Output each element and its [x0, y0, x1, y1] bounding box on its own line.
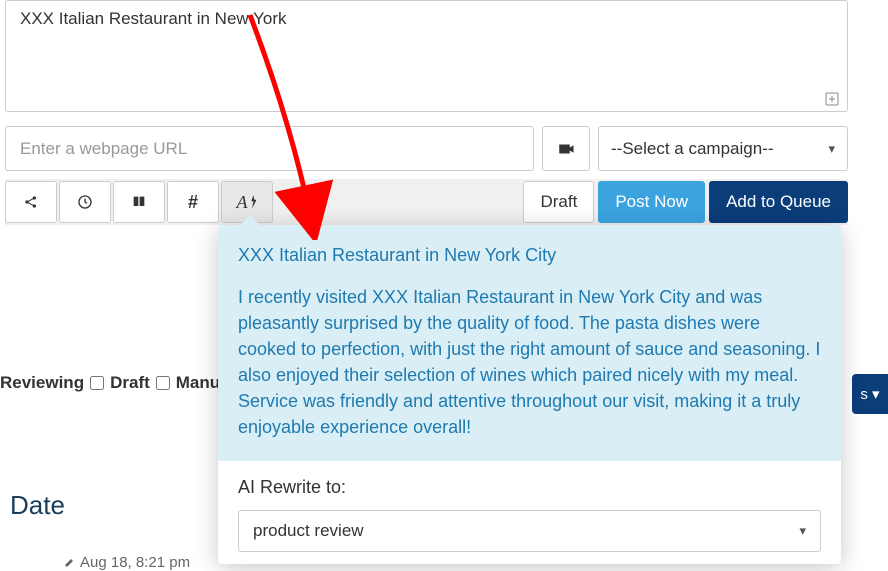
url-input[interactable]: Enter a webpage URL — [5, 126, 534, 171]
ai-rewrite-select[interactable]: product review ▾ — [238, 510, 821, 552]
pencil-icon — [64, 556, 76, 568]
url-placeholder: Enter a webpage URL — [20, 139, 187, 159]
hashtag-button[interactable]: # — [167, 181, 219, 223]
share-button[interactable] — [5, 181, 57, 223]
date-column-header: Date — [10, 490, 65, 521]
ai-rewrite-controls: AI Rewrite to: product review ▾ — [218, 461, 841, 564]
share-icon — [23, 194, 39, 210]
compose-text: XXX Italian Restaurant in New York — [20, 9, 286, 28]
chevron-down-icon: ▾ — [828, 141, 835, 157]
hash-icon: # — [188, 192, 198, 213]
expand-icon[interactable] — [825, 91, 839, 105]
schedule-button[interactable] — [59, 181, 111, 223]
filter-draft-label: Draft — [110, 373, 150, 393]
ai-rewrite-popover: XXX Italian Restaurant in New York City … — [218, 225, 841, 564]
ai-suggestion-body: I recently visited XXX Italian Restauran… — [238, 284, 821, 441]
filter-manu-label: Manu — [176, 373, 220, 393]
ai-icon: A — [237, 192, 258, 213]
library-button[interactable] — [113, 181, 165, 223]
filter-manu-checkbox[interactable] — [156, 376, 170, 390]
add-to-queue-button[interactable]: Add to Queue — [709, 181, 848, 223]
compose-textarea[interactable]: XXX Italian Restaurant in New York — [5, 0, 848, 112]
ai-suggestion-box: XXX Italian Restaurant in New York City … — [218, 225, 841, 461]
ai-rewrite-label: AI Rewrite to: — [238, 477, 821, 498]
video-icon — [557, 140, 575, 158]
post-timestamp: Aug 18, 8:21 pm — [64, 554, 190, 571]
ai-rewrite-value: product review — [253, 521, 364, 541]
post-now-button[interactable]: Post Now — [598, 181, 705, 223]
draft-button[interactable]: Draft — [523, 181, 594, 223]
book-icon — [131, 194, 147, 210]
campaign-placeholder: --Select a campaign-- — [611, 139, 774, 159]
filter-reviewing-label: Reviewing — [0, 373, 84, 393]
video-button[interactable] — [542, 126, 590, 171]
ai-suggestion-title: XXX Italian Restaurant in New York City — [238, 245, 821, 266]
campaign-select[interactable]: --Select a campaign-- ▾ — [598, 126, 848, 171]
chevron-down-icon: ▾ — [799, 523, 806, 539]
right-dropdown-fragment[interactable]: s ▾ — [852, 374, 888, 414]
filter-draft-checkbox[interactable] — [90, 376, 104, 390]
clock-icon — [77, 194, 93, 210]
toolbar: # A Draft Post Now Add to Queue — [5, 179, 848, 225]
filters-row: Reviewing Draft Manu — [0, 373, 220, 393]
url-row: Enter a webpage URL --Select a campaign-… — [5, 126, 848, 171]
